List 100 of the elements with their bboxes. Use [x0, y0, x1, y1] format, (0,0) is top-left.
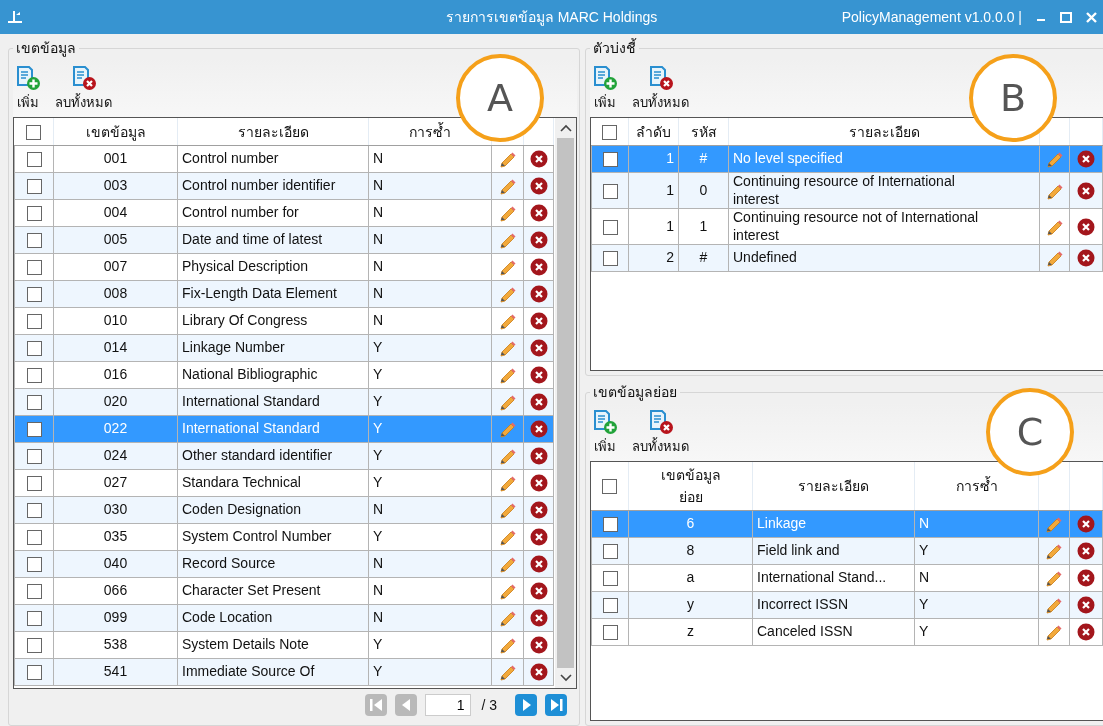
delete-icon[interactable]: [529, 366, 548, 385]
last-page-button[interactable]: [545, 694, 567, 716]
pencil-icon[interactable]: [498, 204, 517, 223]
checkbox[interactable]: [26, 314, 42, 330]
table-row[interactable]: 040 Record Source N: [14, 550, 554, 578]
table-row[interactable]: 1 0 Continuing resource of International interest: [591, 172, 1103, 209]
delete-icon[interactable]: [529, 312, 548, 331]
table-row[interactable]: 1 1 Continuing resource not of International interest: [591, 208, 1103, 245]
delete-all-button[interactable]: ลบทั้งหมด: [632, 65, 689, 113]
delete-icon[interactable]: [1077, 596, 1095, 615]
add-button[interactable]: เพิ่ม: [592, 409, 618, 457]
delete-icon[interactable]: [529, 501, 548, 520]
header-checkbox[interactable]: [26, 124, 42, 140]
delete-icon[interactable]: [529, 150, 548, 169]
table-row[interactable]: 007 Physical Description N: [14, 253, 554, 281]
add-button[interactable]: เพิ่ม: [592, 65, 618, 113]
table-row[interactable]: 004 Control number for N: [14, 199, 554, 227]
checkbox[interactable]: [26, 179, 42, 195]
pencil-icon[interactable]: [498, 258, 517, 277]
table-row[interactable]: 035 System Control Number Y: [14, 523, 554, 551]
delete-all-button[interactable]: ลบทั้งหมด: [55, 65, 112, 113]
checkbox[interactable]: [602, 183, 618, 199]
delete-icon[interactable]: [1077, 542, 1095, 561]
checkbox[interactable]: [602, 517, 618, 533]
table-row[interactable]: 066 Character Set Present N: [14, 577, 554, 605]
delete-icon[interactable]: [529, 447, 548, 466]
checkbox[interactable]: [26, 260, 42, 276]
checkbox[interactable]: [26, 665, 42, 681]
delete-icon[interactable]: [529, 663, 548, 682]
delete-icon[interactable]: [529, 339, 548, 358]
table-row[interactable]: 001 Control number N: [14, 145, 554, 173]
checkbox[interactable]: [602, 598, 618, 614]
checkbox[interactable]: [602, 571, 618, 587]
delete-icon[interactable]: [1077, 217, 1095, 236]
checkbox[interactable]: [602, 544, 618, 560]
checkbox[interactable]: [26, 584, 42, 600]
checkbox[interactable]: [26, 341, 42, 357]
checkbox[interactable]: [26, 422, 42, 438]
header-checkbox[interactable]: [602, 479, 618, 495]
checkbox[interactable]: [26, 233, 42, 249]
checkbox[interactable]: [26, 449, 42, 465]
checkbox[interactable]: [602, 219, 618, 235]
pencil-icon[interactable]: [498, 582, 517, 601]
scrollbar[interactable]: [555, 118, 576, 688]
checkbox[interactable]: [26, 395, 42, 411]
delete-icon[interactable]: [1077, 515, 1095, 534]
pencil-icon[interactable]: [498, 393, 517, 412]
table-row[interactable]: y Incorrect ISSN Y: [591, 591, 1103, 619]
delete-icon[interactable]: [529, 555, 548, 574]
table-row[interactable]: 2 # Undefined: [591, 244, 1103, 272]
pencil-icon[interactable]: [498, 339, 517, 358]
delete-icon[interactable]: [529, 636, 548, 655]
delete-icon[interactable]: [529, 285, 548, 304]
header-checkbox[interactable]: [602, 124, 618, 140]
delete-icon[interactable]: [529, 204, 548, 223]
pencil-icon[interactable]: [1045, 569, 1063, 588]
table-row[interactable]: 8 Field link and Y: [591, 537, 1103, 565]
close-icon[interactable]: [1086, 11, 1097, 23]
table-row[interactable]: 014 Linkage Number Y: [14, 334, 554, 362]
pencil-icon[interactable]: [498, 177, 517, 196]
pencil-icon[interactable]: [498, 447, 517, 466]
delete-icon[interactable]: [529, 231, 548, 250]
table-row[interactable]: a International Stand... N: [591, 564, 1103, 592]
pencil-icon[interactable]: [498, 636, 517, 655]
table-row[interactable]: 538 System Details Note Y: [14, 631, 554, 659]
checkbox[interactable]: [26, 638, 42, 654]
add-button[interactable]: เพิ่ม: [15, 65, 41, 113]
table-row[interactable]: 008 Fix-Length Data Element N: [14, 280, 554, 308]
pencil-icon[interactable]: [1045, 596, 1063, 615]
pencil-icon[interactable]: [1045, 542, 1063, 561]
pencil-icon[interactable]: [498, 312, 517, 331]
pencil-icon[interactable]: [498, 285, 517, 304]
delete-icon[interactable]: [529, 609, 548, 628]
checkbox[interactable]: [26, 287, 42, 303]
pencil-icon[interactable]: [498, 501, 517, 520]
table-row[interactable]: 541 Immediate Source Of Y: [14, 658, 554, 686]
delete-icon[interactable]: [1077, 569, 1095, 588]
delete-icon[interactable]: [529, 420, 548, 439]
pencil-icon[interactable]: [498, 474, 517, 493]
checkbox[interactable]: [26, 476, 42, 492]
checkbox[interactable]: [26, 557, 42, 573]
maximize-icon[interactable]: [1060, 11, 1072, 23]
pencil-icon[interactable]: [498, 555, 517, 574]
delete-icon[interactable]: [529, 582, 548, 601]
pencil-icon[interactable]: [1045, 623, 1063, 642]
delete-icon[interactable]: [1077, 249, 1095, 268]
table-row[interactable]: 099 Code Location N: [14, 604, 554, 632]
table-row[interactable]: 024 Other standard identifier Y: [14, 442, 554, 470]
checkbox[interactable]: [602, 625, 618, 641]
table-row[interactable]: 020 International Standard Y: [14, 388, 554, 416]
pencil-icon[interactable]: [498, 663, 517, 682]
table-row[interactable]: 010 Library Of Congress N: [14, 307, 554, 335]
checkbox[interactable]: [602, 251, 618, 267]
scroll-up-icon[interactable]: [559, 124, 572, 132]
table-row[interactable]: 003 Control number identifier N: [14, 172, 554, 200]
pencil-icon[interactable]: [498, 150, 517, 169]
pencil-icon[interactable]: [1045, 249, 1064, 268]
checkbox[interactable]: [26, 368, 42, 384]
delete-icon[interactable]: [529, 528, 548, 547]
checkbox[interactable]: [26, 152, 42, 168]
